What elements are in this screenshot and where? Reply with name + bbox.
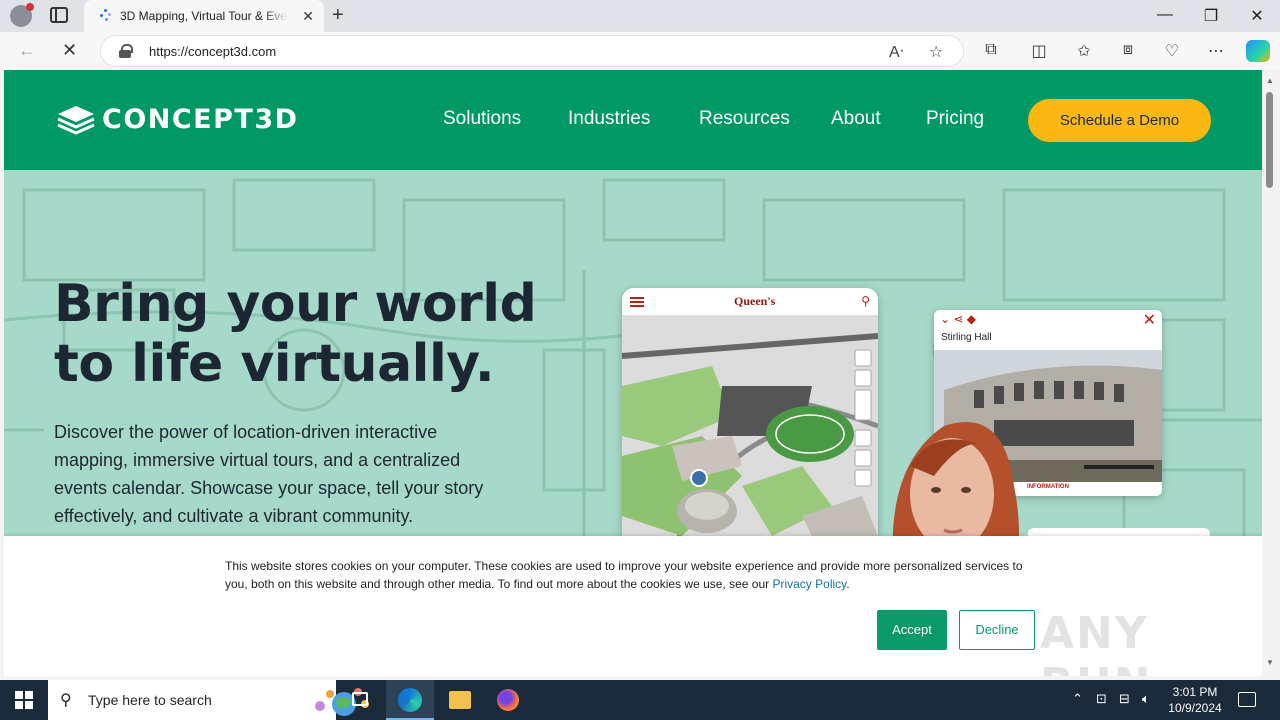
network-icon[interactable]: ⊟ bbox=[1119, 691, 1130, 707]
clock-time: 3:01 PM bbox=[1172, 685, 1218, 699]
nav-solutions[interactable]: Solutions bbox=[443, 108, 521, 130]
copilot-icon[interactable] bbox=[1246, 40, 1270, 62]
web-page: CONCEPT3D Solutions Industries Resources… bbox=[4, 70, 1262, 676]
read-aloud-icon[interactable]: A͏ᐧ bbox=[889, 42, 904, 62]
schedule-demo-button[interactable]: Schedule a Demo bbox=[1028, 99, 1211, 142]
nav-pricing[interactable]: Pricing bbox=[926, 108, 984, 130]
tab-title: 3D Mapping, Virtual Tour & Events bbox=[120, 9, 288, 23]
nav-industries[interactable]: Industries bbox=[568, 108, 650, 130]
nav-resources[interactable]: Resources bbox=[699, 108, 790, 130]
browser-essentials-icon[interactable]: ♡ bbox=[1160, 41, 1184, 61]
favorite-star-icon[interactable]: ☆ bbox=[929, 42, 943, 62]
close-icon: ✕ bbox=[1142, 312, 1156, 329]
search-icon: ⚲ bbox=[60, 692, 72, 709]
map-app-preview: Queen's ⚲ bbox=[622, 288, 878, 578]
task-view-icon[interactable] bbox=[336, 680, 384, 720]
search-icon: ⚲ bbox=[861, 294, 870, 308]
browser-tab-strip: 3D Mapping, Virtual Tour & Events ✕ + — … bbox=[0, 0, 1280, 32]
map-app-header: Queen's ⚲ bbox=[622, 288, 878, 316]
firefox-icon[interactable] bbox=[484, 680, 532, 720]
url-text[interactable]: https://concept3d.com bbox=[149, 44, 276, 59]
accept-cookies-button[interactable]: Accept bbox=[877, 610, 947, 650]
tray-device-icon[interactable]: ⊡ bbox=[1096, 691, 1107, 707]
cookie-text-end: . bbox=[846, 577, 850, 591]
loading-favicon-icon bbox=[100, 9, 112, 21]
tray-chevron-icon[interactable]: ⌃ bbox=[1072, 691, 1083, 707]
browser-tab-active[interactable]: 3D Mapping, Virtual Tour & Events ✕ bbox=[84, 0, 324, 32]
address-bar[interactable]: https://concept3d.com A͏ᐧ ☆ bbox=[100, 35, 964, 67]
back-arrow-icon[interactable]: ← bbox=[18, 40, 36, 61]
hero-description: Discover the power of location-driven in… bbox=[54, 422, 484, 526]
tab-actions-icon[interactable] bbox=[50, 7, 68, 23]
edge-taskbar-icon[interactable] bbox=[386, 680, 434, 720]
site-header: CONCEPT3D Solutions Industries Resources… bbox=[4, 70, 1262, 170]
cookie-message: This website stores cookies on your comp… bbox=[225, 557, 1045, 593]
profile-avatar[interactable] bbox=[10, 3, 34, 27]
restore-button[interactable]: ❐ bbox=[1188, 6, 1234, 26]
hero-title: Bring your world to life virtually. bbox=[54, 274, 537, 394]
logo-text: CONCEPT3D bbox=[102, 104, 299, 135]
split-screen-icon[interactable]: ◫ bbox=[1027, 41, 1051, 61]
nav-about[interactable]: About bbox=[831, 108, 881, 130]
volume-icon[interactable]: 🔈︎ bbox=[1142, 691, 1150, 707]
page-scrollbar[interactable]: ▲ ▼ bbox=[1262, 70, 1280, 676]
browser-toolbar: ← ✕ https://concept3d.com A͏ᐧ ☆ ⧉ ◫ ✩ ⧈ … bbox=[0, 32, 1280, 70]
extensions-icon[interactable]: ⧉ bbox=[979, 41, 1003, 59]
minimize-button[interactable]: — bbox=[1142, 6, 1188, 24]
cookie-banner: This website stores cookies on your comp… bbox=[4, 536, 1262, 676]
lock-icon[interactable] bbox=[119, 44, 133, 58]
decline-cookies-button[interactable]: Decline bbox=[959, 610, 1035, 650]
clock-date: 10/9/2024 bbox=[1168, 701, 1222, 715]
taskbar-search-placeholder: Type here to search bbox=[88, 692, 212, 708]
tour-location-title: Stirling Hall bbox=[941, 332, 992, 343]
scroll-down-arrow-icon[interactable]: ▼ bbox=[1266, 658, 1274, 667]
notification-center-icon[interactable] bbox=[1238, 692, 1256, 707]
favorites-icon[interactable]: ✩ bbox=[1072, 41, 1096, 61]
scroll-up-arrow-icon[interactable]: ▲ bbox=[1266, 76, 1274, 85]
cookie-text: This website stores cookies on your comp… bbox=[225, 559, 1023, 591]
collections-icon[interactable]: ⧈ bbox=[1116, 41, 1140, 59]
queens-logo: Queen's bbox=[734, 294, 776, 308]
hamburger-menu-icon bbox=[630, 297, 644, 307]
scrollbar-thumb[interactable] bbox=[1266, 92, 1273, 188]
tour-controls-icon: ⌄ ⋖ ◆ bbox=[940, 312, 977, 326]
anyrun-watermark: ANY RUN bbox=[1040, 608, 1150, 676]
taskbar-search-box[interactable]: ⚲ Type here to search bbox=[48, 680, 369, 720]
stop-loading-icon[interactable]: ✕ bbox=[62, 40, 77, 61]
windows-start-icon[interactable] bbox=[15, 691, 33, 709]
close-window-button[interactable]: ✕ bbox=[1234, 6, 1280, 26]
windows-taskbar: ⚲ Type here to search ⌃ ⊡ ⊟ 🔈︎ 3:01 PM 1… bbox=[0, 680, 1280, 720]
taskbar-clock[interactable]: 3:01 PM 10/9/2024 bbox=[1160, 684, 1230, 716]
file-explorer-icon[interactable] bbox=[436, 680, 484, 720]
concept3d-logo-icon bbox=[57, 106, 95, 135]
more-menu-icon[interactable]: ⋯ bbox=[1204, 41, 1228, 61]
privacy-policy-link[interactable]: Privacy Policy bbox=[772, 577, 846, 591]
tab-close-icon[interactable]: ✕ bbox=[302, 8, 314, 25]
new-tab-button[interactable]: + bbox=[332, 4, 344, 27]
